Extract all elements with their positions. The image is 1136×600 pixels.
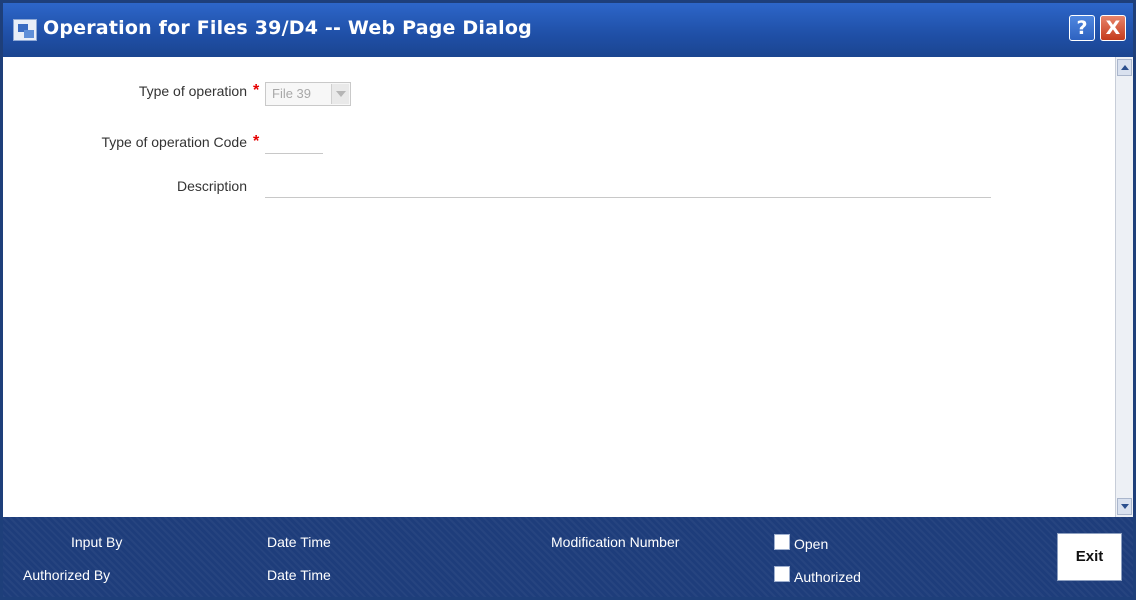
title-bar[interactable]: Operation for Files 39/D4 -- Web Page Di… bbox=[3, 3, 1133, 57]
dialog-window: Operation for Files 39/D4 -- Web Page Di… bbox=[0, 0, 1136, 600]
input-by-label: Input By bbox=[71, 534, 123, 550]
vertical-scrollbar[interactable] bbox=[1115, 57, 1133, 517]
open-checkbox[interactable] bbox=[774, 534, 790, 550]
scroll-down-icon[interactable] bbox=[1117, 498, 1132, 515]
operation-code-label: Type of operation Code bbox=[101, 134, 247, 150]
type-of-operation-select[interactable]: File 39 bbox=[265, 82, 351, 106]
description-input[interactable] bbox=[265, 175, 991, 198]
required-marker: * bbox=[253, 133, 260, 150]
select-value: File 39 bbox=[272, 86, 312, 101]
window-title: Operation for Files 39/D4 -- Web Page Di… bbox=[43, 17, 532, 39]
required-marker: * bbox=[253, 82, 260, 99]
open-label: Open bbox=[794, 536, 829, 552]
date-time-label: Date Time bbox=[267, 567, 331, 583]
type-of-operation-label: Type of operation bbox=[138, 83, 247, 99]
help-icon[interactable]: ? bbox=[1069, 15, 1095, 41]
description-label: Description bbox=[176, 178, 247, 194]
exit-button[interactable]: Exit bbox=[1057, 533, 1122, 581]
authorized-label: Authorized bbox=[794, 569, 861, 585]
form-area: Type of operation * Type of operation Co… bbox=[3, 57, 1115, 517]
date-time-label: Date Time bbox=[267, 534, 331, 550]
close-icon[interactable]: X bbox=[1100, 15, 1126, 41]
modification-number-label: Modification Number bbox=[551, 534, 680, 550]
scroll-up-icon[interactable] bbox=[1117, 59, 1132, 76]
dropdown-arrow-icon[interactable] bbox=[331, 84, 349, 104]
authorized-by-label: Authorized By bbox=[23, 567, 111, 583]
window-app-icon bbox=[13, 19, 37, 41]
audit-footer bbox=[3, 517, 1133, 597]
operation-code-input[interactable] bbox=[265, 131, 323, 154]
authorized-checkbox[interactable] bbox=[774, 566, 790, 582]
